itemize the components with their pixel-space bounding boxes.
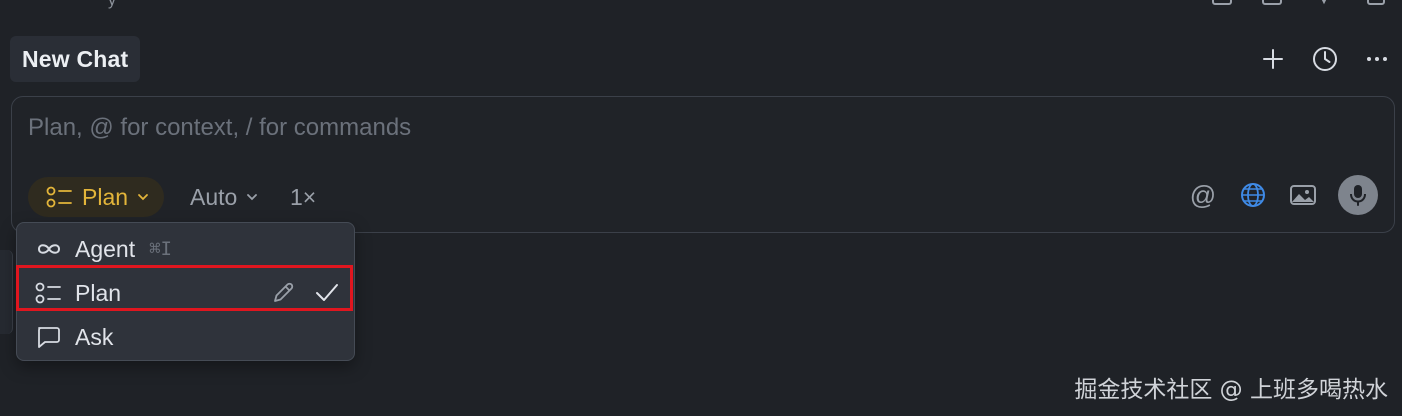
chevron-down-icon xyxy=(138,194,148,201)
image-upload-button[interactable] xyxy=(1288,180,1318,210)
composer-tools: @ xyxy=(1188,175,1378,215)
chat-tab-title: New Chat xyxy=(22,45,129,72)
top-fragment-icon[interactable] xyxy=(1364,0,1388,8)
top-fragment-icon[interactable] xyxy=(1312,0,1336,8)
globe-icon xyxy=(1241,183,1265,207)
multiplier-selector[interactable]: 1× xyxy=(290,177,316,217)
web-search-button[interactable] xyxy=(1238,180,1268,210)
top-toolbar-fragment: y xyxy=(0,0,1402,10)
keyboard-shortcut: ⌘I xyxy=(149,238,172,260)
chat-bubble-icon xyxy=(35,325,63,349)
plus-icon xyxy=(1263,49,1283,69)
plan-list-icon xyxy=(46,186,72,208)
at-icon: @ xyxy=(1189,180,1217,210)
menu-item-label: Agent xyxy=(75,235,136,262)
header-actions xyxy=(1258,44,1392,74)
pencil-icon[interactable] xyxy=(270,280,296,306)
image-icon xyxy=(1290,185,1316,205)
clock-icon xyxy=(1313,47,1337,71)
menu-item-ask[interactable]: Ask xyxy=(17,316,354,358)
microphone-icon xyxy=(1350,185,1366,206)
chat-composer: Plan Auto 1× @ xyxy=(11,96,1395,233)
mode-selector[interactable]: Plan xyxy=(28,177,165,217)
plan-list-icon xyxy=(35,281,63,305)
mode-menu: Agent ⌘I Plan Ask xyxy=(16,222,355,361)
top-fragment-icon[interactable] xyxy=(1210,0,1234,8)
mention-button[interactable]: @ xyxy=(1188,180,1218,210)
mode-label: Plan xyxy=(82,183,129,210)
voice-input-button[interactable] xyxy=(1338,175,1378,215)
history-button[interactable] xyxy=(1310,44,1340,74)
new-chat-button[interactable] xyxy=(1258,44,1288,74)
side-panel-fragment xyxy=(0,250,13,334)
chevron-down-icon xyxy=(247,194,258,201)
menu-item-actions xyxy=(270,272,340,314)
more-button[interactable] xyxy=(1362,44,1392,74)
top-fragment-icon[interactable] xyxy=(1260,0,1284,8)
ellipsis-icon xyxy=(1367,57,1387,61)
watermark: 掘金技术社区 @ 上班多喝热水 xyxy=(1074,377,1388,403)
model-selector[interactable]: Auto xyxy=(190,177,259,217)
multiplier-label: 1× xyxy=(290,183,317,210)
menu-item-label: Plan xyxy=(75,279,122,306)
model-label: Auto xyxy=(190,183,238,210)
chat-input[interactable] xyxy=(28,111,1368,145)
menu-item-agent[interactable]: Agent ⌘I xyxy=(17,228,354,270)
menu-item-label: Ask xyxy=(75,323,114,350)
checkmark-icon xyxy=(316,284,338,301)
infinity-icon xyxy=(35,237,63,261)
chat-tab[interactable]: New Chat xyxy=(10,36,141,82)
top-partial-text: y xyxy=(108,0,116,9)
menu-item-plan[interactable]: Plan xyxy=(17,272,354,314)
